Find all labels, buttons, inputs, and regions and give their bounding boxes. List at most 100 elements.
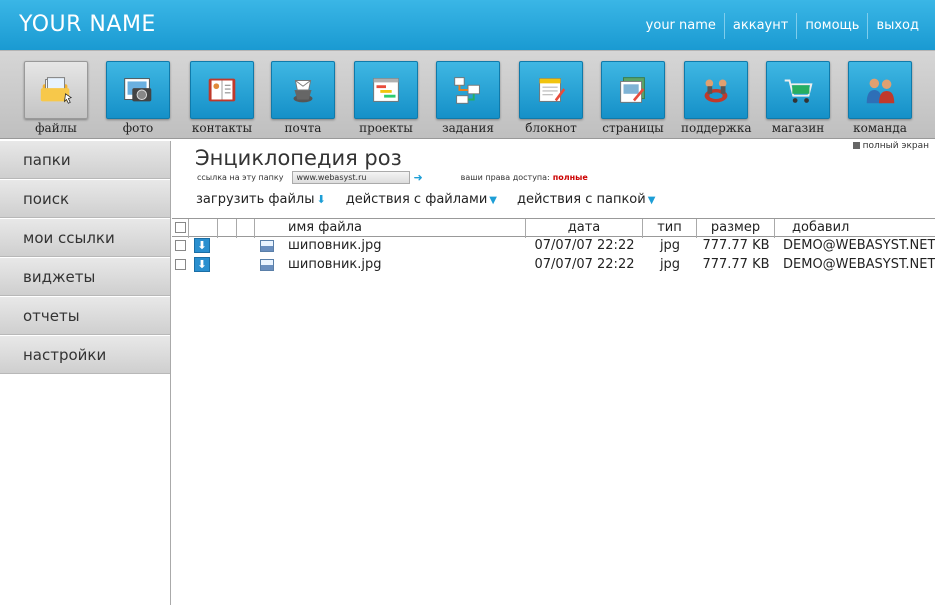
download-icon[interactable]: ⬇	[194, 257, 210, 272]
file-size: 777.77 KB	[702, 257, 770, 272]
notepad-icon	[519, 61, 583, 119]
app-tasks-button[interactable]: задания	[433, 59, 503, 139]
file-name[interactable]: шиповник.jpg	[288, 237, 528, 256]
sidebar-item-search[interactable]: поиск	[0, 180, 170, 218]
table-header: имя файла дата тип размер добавил	[172, 218, 935, 238]
shop-icon	[766, 61, 830, 119]
select-all-cell	[172, 219, 189, 238]
file-size: 777.77 KB	[702, 238, 770, 253]
row-select-cell	[172, 256, 189, 275]
file-added-by: DEMO@WEBASYST.NET	[783, 257, 935, 272]
contacts-icon	[190, 61, 254, 119]
row-download-cell: ⬇	[194, 256, 214, 275]
app-photo-button[interactable]: фото	[103, 59, 173, 139]
access-rights-label: ваши права доступа:	[460, 173, 550, 182]
pages-icon	[601, 61, 665, 119]
app-projects-button[interactable]: проекты	[351, 59, 421, 139]
app-files-button[interactable]: файлы	[21, 59, 91, 139]
fullscreen-icon	[852, 142, 860, 149]
sidebar: папки поиск мои ссылки виджеты отчеты на…	[0, 141, 171, 605]
go-arrow-icon[interactable]: ➜	[413, 171, 422, 184]
header-icon-cell	[237, 219, 255, 238]
app-shop-button[interactable]: магазин	[763, 59, 833, 139]
projects-icon	[354, 61, 418, 119]
folder-link-row: ссылка на эту папку www.webasyst.ru ➜ ва…	[197, 171, 588, 184]
app-tasks-label: задания	[442, 121, 494, 135]
file-date: 07/07/07 22:22	[534, 238, 635, 253]
app-support-button[interactable]: поддержка	[681, 59, 751, 139]
nav-help[interactable]: помощь	[796, 13, 867, 39]
nav-account[interactable]: аккаунт	[723, 13, 796, 39]
fullscreen-label: полный экран	[862, 141, 929, 151]
file-table: имя файла дата тип размер добавил ⬇ шипо…	[172, 218, 935, 275]
column-date[interactable]: дата	[526, 219, 643, 238]
app-files-label: файлы	[35, 121, 77, 135]
app-shop-label: магазин	[771, 121, 825, 135]
page-title: Энциклопедия роз	[195, 146, 402, 170]
select-all-checkbox[interactable]	[175, 222, 186, 233]
file-actions-bar: загрузить файлы ⬇ действия с файлами ▼ дей…	[196, 192, 675, 207]
sidebar-item-widgets[interactable]: виджеты	[0, 258, 170, 296]
header-blank-cell	[218, 219, 237, 238]
main-panel: полный экран Энциклопедия роз ссылка на …	[171, 141, 935, 605]
row-type-icon-cell	[260, 256, 280, 275]
file-name[interactable]: шиповник.jpg	[288, 256, 528, 275]
app-notepad-button[interactable]: блокнот	[516, 59, 586, 139]
column-type[interactable]: тип	[643, 219, 697, 238]
folder-actions-menu[interactable]: действия с папкой ▼	[517, 192, 655, 207]
upload-files-button[interactable]: загрузить файлы ⬇	[196, 192, 326, 207]
column-name[interactable]: имя файла	[255, 219, 526, 238]
app-support-label: поддержка	[681, 121, 752, 135]
app-photo-label: фото	[122, 121, 154, 135]
file-type: jpg	[659, 257, 681, 272]
app-toolbar: файлы фото контакты почта проекты задани…	[0, 50, 935, 139]
column-size[interactable]: размер	[697, 219, 775, 238]
folder-link-field[interactable]: www.webasyst.ru	[292, 171, 411, 184]
app-projects-label: проекты	[359, 121, 413, 135]
app-pages-button[interactable]: страницы	[598, 59, 668, 139]
row-checkbox[interactable]	[175, 259, 186, 270]
file-date: 07/07/07 22:22	[534, 257, 635, 272]
row-download-cell: ⬇	[194, 237, 214, 256]
app-team-label: команда	[853, 121, 907, 135]
triangle-down-icon: ▼	[647, 195, 656, 206]
header-download-cell	[189, 219, 218, 238]
upload-files-label: загрузить файлы	[196, 192, 315, 207]
tasks-icon	[436, 61, 500, 119]
sidebar-item-reports[interactable]: отчеты	[0, 297, 170, 335]
table-row[interactable]: ⬇ шиповник.jpg 07/07/07 22:22 jpg 777.77…	[172, 256, 935, 275]
files-icon	[24, 61, 88, 119]
photo-icon	[106, 61, 170, 119]
app-contacts-button[interactable]: контакты	[187, 59, 257, 139]
app-team-button[interactable]: команда	[845, 59, 915, 139]
row-checkbox[interactable]	[175, 240, 186, 251]
sidebar-item-folders[interactable]: папки	[0, 141, 170, 179]
brand-title[interactable]: YOUR NAME	[19, 12, 156, 37]
sidebar-item-my-links[interactable]: мои ссылки	[0, 219, 170, 257]
mail-icon	[271, 61, 335, 119]
folder-actions-label: действия с папкой	[516, 192, 646, 207]
top-header: YOUR NAME your name аккаунт помощь выход	[0, 0, 935, 50]
app-mail-button[interactable]: почта	[268, 59, 338, 139]
sidebar-item-settings[interactable]: настройки	[0, 336, 170, 374]
support-icon	[684, 61, 748, 119]
image-file-icon	[260, 259, 274, 271]
app-pages-label: страницы	[602, 121, 664, 135]
fullscreen-link[interactable]: полный экран	[852, 141, 929, 151]
app-contacts-label: контакты	[191, 121, 253, 135]
file-actions-menu[interactable]: действия с файлами ▼	[346, 192, 497, 207]
table-row[interactable]: ⬇ шиповник.jpg 07/07/07 22:22 jpg 777.77…	[172, 237, 935, 256]
app-notepad-label: блокнот	[525, 121, 577, 135]
row-select-cell	[172, 237, 189, 256]
column-added-by[interactable]: добавил	[775, 219, 935, 238]
download-icon[interactable]: ⬇	[194, 238, 210, 253]
access-rights: ваши права доступа: полные	[461, 173, 588, 182]
team-icon	[848, 61, 912, 119]
image-file-icon	[260, 240, 274, 252]
app-mail-label: почта	[284, 121, 322, 135]
top-nav: your name аккаунт помощь выход	[638, 12, 927, 40]
nav-logout[interactable]: выход	[867, 13, 927, 39]
file-added-by: DEMO@WEBASYST.NET	[783, 238, 935, 253]
access-rights-value: полные	[552, 173, 588, 182]
nav-user-name[interactable]: your name	[638, 13, 724, 39]
